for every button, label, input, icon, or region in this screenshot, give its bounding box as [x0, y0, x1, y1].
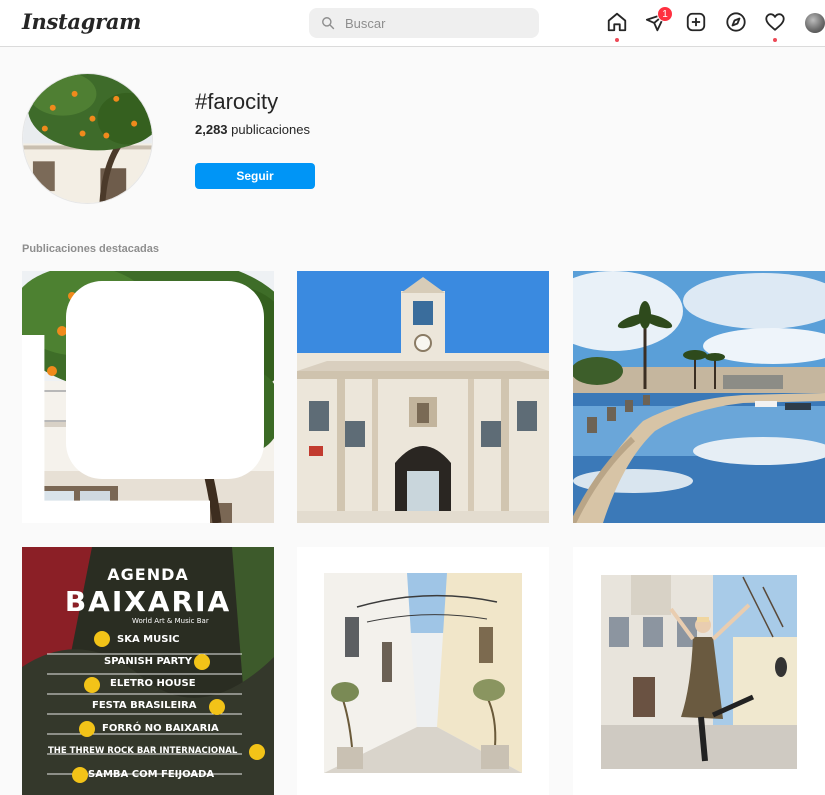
explore-icon [726, 12, 746, 32]
poster-event: FESTA BRASILEIRA [92, 700, 197, 711]
new-post-icon [686, 12, 706, 32]
post-tile-marina[interactable] [573, 271, 825, 523]
search-placeholder: Buscar [345, 15, 386, 31]
follow-button[interactable]: Seguir [195, 163, 315, 189]
arco-da-vila-photo [297, 271, 549, 523]
home-button[interactable] [606, 11, 628, 42]
narrow-street-photo [297, 547, 549, 795]
poster-text: AGENDA BAIXARIA World Art & Music Bar SK… [22, 547, 274, 795]
activity-heart-icon [765, 13, 785, 31]
posts-count: 2,283 publicaciones [195, 122, 310, 137]
top-posts-heading: Publicaciones destacadas [22, 243, 159, 255]
post-tile-arco-da-vila[interactable] [297, 271, 549, 523]
poster-event: SKA MUSIC [117, 634, 180, 645]
marina-palms-photo [573, 271, 825, 523]
post-tile-woman-posing[interactable] [573, 547, 825, 795]
hashtag-title: #farocity [195, 89, 279, 114]
activity-button[interactable] [764, 11, 786, 42]
top-navigation-bar: Instagram Buscar 1 [0, 0, 825, 47]
new-post-button[interactable] [685, 11, 707, 37]
orange-tree-thumbnail [23, 74, 152, 203]
activity-dot [773, 38, 777, 42]
post-tile-baixaria-agenda[interactable]: AGENDA BAIXARIA World Art & Music Bar SK… [22, 547, 274, 795]
explore-button[interactable] [725, 11, 747, 37]
search-icon [322, 17, 335, 30]
search-box[interactable]: Buscar [309, 8, 539, 38]
hashtag-profile-picture [22, 73, 153, 204]
direct-messages-button[interactable]: 1 [645, 6, 673, 37]
poster-tagline: World Art & Music Bar [132, 617, 209, 625]
poster-title: AGENDA [107, 565, 189, 584]
poster-event: SAMBA COM FEIJOADA [88, 769, 215, 780]
posts-count-label: publicaciones [231, 122, 310, 137]
post-tile-orange-tree[interactable] [22, 271, 274, 523]
instagram-logo[interactable]: Instagram [22, 9, 141, 34]
woman-posing-photo [573, 547, 825, 795]
poster-brand: BAIXARIA [64, 585, 232, 618]
multiple-photos-icon [22, 281, 264, 523]
posts-count-number: 2,283 [195, 122, 228, 137]
poster-event: SPANISH PARTY [104, 656, 192, 667]
poster-event: FORRÓ NO BAIXARIA [102, 723, 219, 734]
home-active-dot [615, 38, 619, 42]
profile-avatar-icon[interactable] [805, 13, 825, 33]
poster-event: ELETRO HOUSE [110, 678, 196, 689]
home-icon [607, 12, 627, 32]
post-tile-narrow-street[interactable] [297, 547, 549, 795]
poster-event: THE THREW ROCK BAR INTERNACIONAL [48, 746, 238, 756]
messages-badge: 1 [657, 6, 673, 22]
